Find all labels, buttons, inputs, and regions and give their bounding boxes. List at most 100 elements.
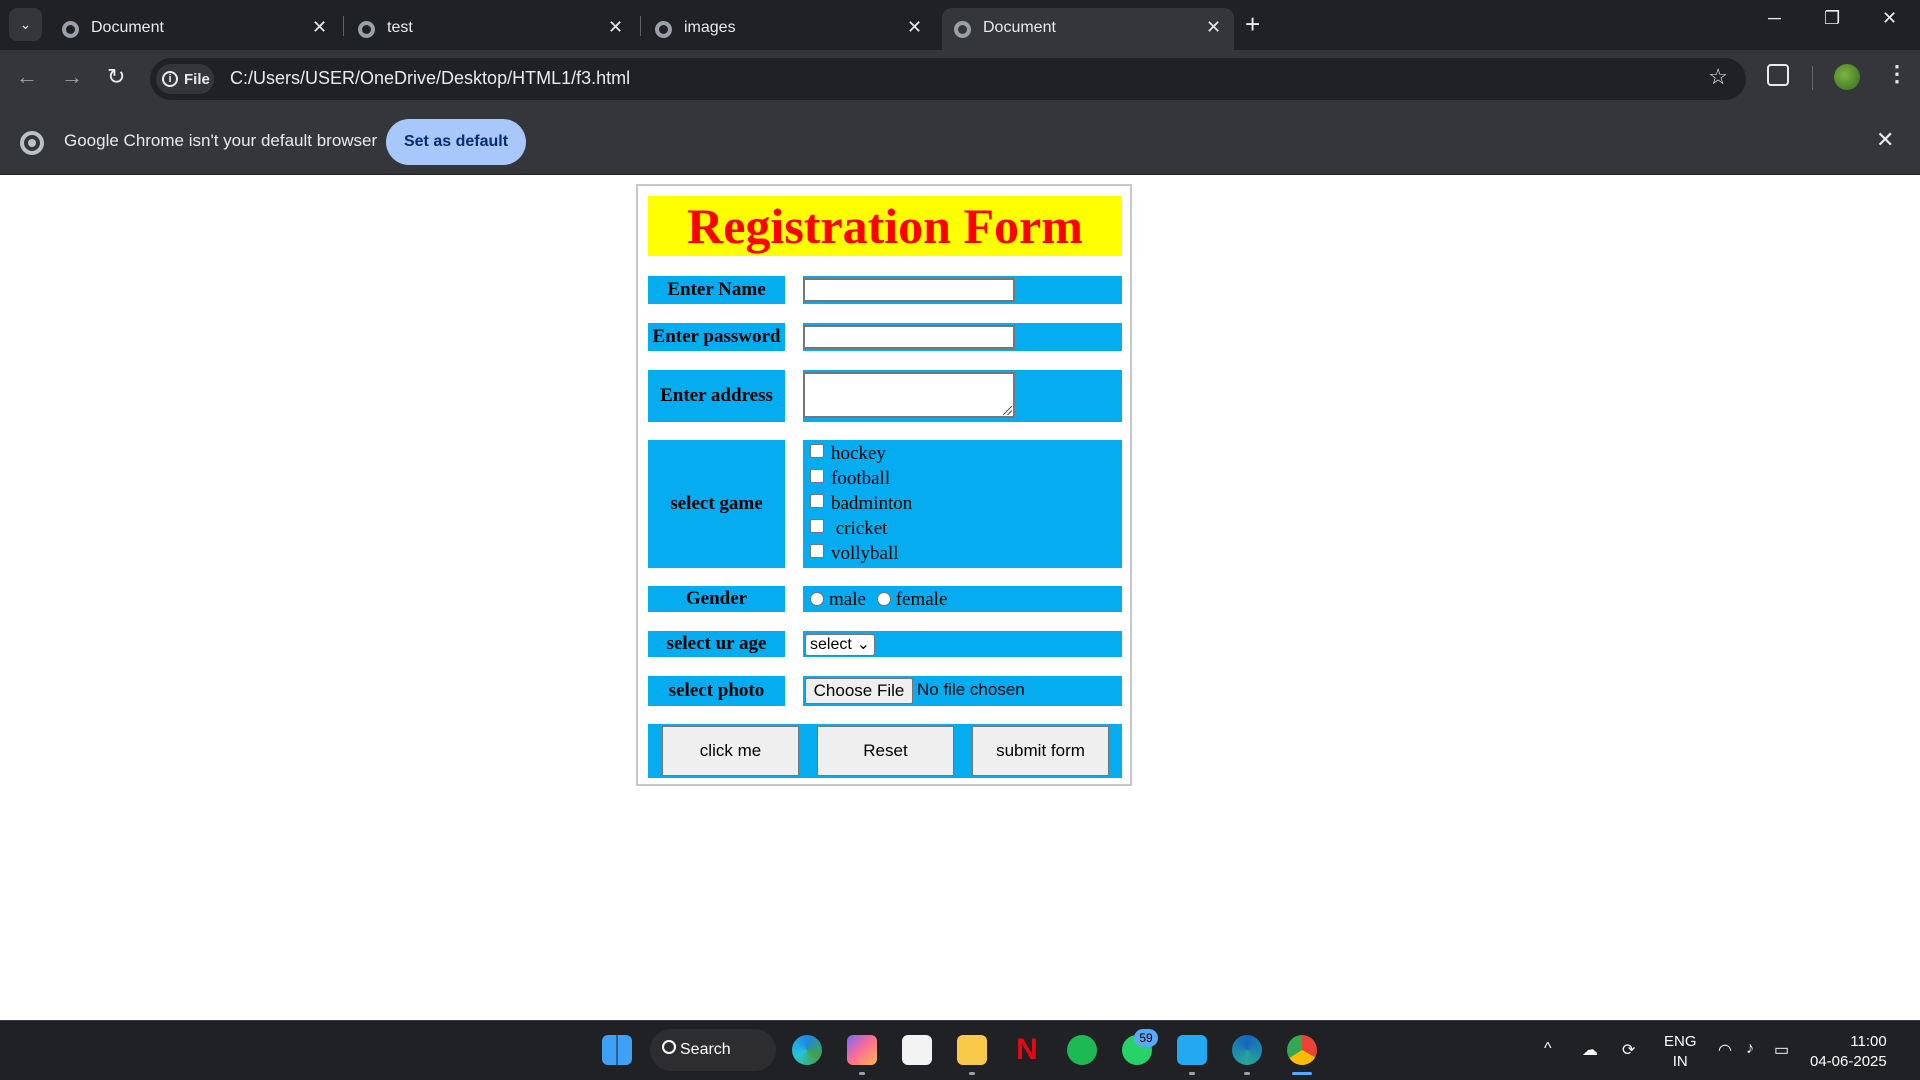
name-cell <box>803 276 1122 304</box>
volume-icon[interactable]: ♪ <box>1746 1040 1754 1058</box>
globe-icon <box>62 21 79 38</box>
registration-form: Registration Form Enter Name Enter passw… <box>636 184 1132 786</box>
game-cell: hockey football badminton cricket vollyb… <box>803 440 1122 568</box>
tab-title: images <box>684 19 736 36</box>
photo-label: select photo <box>648 676 785 706</box>
gender-label: Gender <box>648 586 785 612</box>
minimize-button[interactable]: ─ <box>1768 8 1781 29</box>
chevron-down-icon: ⌄ <box>856 636 870 653</box>
name-label: Enter Name <box>648 276 785 304</box>
bookmark-star-icon[interactable]: ☆ <box>1708 64 1728 90</box>
tab-images[interactable]: images ✕ <box>643 8 933 50</box>
tab-title: Document <box>91 19 164 36</box>
tray-overflow-chevron[interactable]: ^ <box>1544 1040 1552 1058</box>
tab-search-button[interactable]: ⌄ <box>9 8 42 41</box>
photo-cell: Choose File No file chosen <box>803 676 1122 706</box>
language-indicator[interactable]: ENG IN <box>1664 1032 1697 1072</box>
time: 11:00 <box>1850 1033 1887 1050</box>
new-tab-button[interactable]: + <box>1245 9 1260 39</box>
site-info-chip[interactable]: i File <box>156 64 214 94</box>
file-explorer-icon[interactable] <box>957 1035 987 1065</box>
age-label: select ur age <box>648 631 785 657</box>
gender-radio-male[interactable] <box>810 592 824 606</box>
address-bar[interactable]: i File C:/Users/USER/OneDrive/Desktop/HT… <box>150 58 1746 100</box>
click-me-button[interactable]: click me <box>662 726 799 776</box>
set-as-default-button[interactable]: Set as default <box>386 119 526 165</box>
default-browser-infobar: Google Chrome isn't your default browser… <box>0 107 1920 175</box>
gender-female-label: female <box>895 589 948 610</box>
info-icon: i <box>162 71 178 87</box>
date: 04-06-2025 <box>1810 1053 1887 1070</box>
password-input[interactable] <box>803 325 1015 349</box>
name-input[interactable] <box>803 278 1015 302</box>
tab-title: Document <box>983 19 1056 36</box>
edge-dev-icon[interactable] <box>1232 1035 1262 1065</box>
wifi-icon[interactable]: ◠ <box>1718 1040 1732 1060</box>
tab-close-icon[interactable]: ✕ <box>312 17 327 38</box>
chrome-icon[interactable] <box>1287 1035 1317 1065</box>
tab-title: test <box>387 19 413 36</box>
tab-close-icon[interactable]: ✕ <box>1206 17 1221 38</box>
windows-start-icon[interactable] <box>602 1035 632 1065</box>
game-option-badminton[interactable]: badminton <box>810 492 912 516</box>
gender-radio-female[interactable] <box>876 592 891 606</box>
spotify-icon[interactable] <box>1067 1035 1097 1065</box>
file-status: No file chosen <box>917 680 1025 699</box>
infobar-close-icon[interactable]: ✕ <box>1876 127 1894 153</box>
edge-icon[interactable] <box>792 1035 822 1065</box>
gender-cell: male female <box>803 586 1122 612</box>
form-title: Registration Form <box>648 196 1122 256</box>
game-option-football[interactable]: football <box>810 467 890 491</box>
forward-button[interactable]: → <box>61 64 83 90</box>
game-label: select game <box>648 440 785 568</box>
password-label: Enter password <box>648 323 785 351</box>
globe-icon <box>358 21 375 38</box>
sync-icon[interactable]: ⟳ <box>1622 1040 1635 1060</box>
extensions-icon[interactable] <box>1767 64 1789 86</box>
age-select[interactable]: select ⌄ <box>805 634 875 656</box>
age-cell: select ⌄ <box>803 631 1122 657</box>
profile-avatar[interactable] <box>1834 64 1860 90</box>
chrome-menu-icon[interactable]: ⋮ <box>1886 61 1908 87</box>
choose-file-button[interactable]: Choose File <box>805 678 913 704</box>
globe-icon <box>655 21 672 38</box>
checkbox[interactable] <box>810 444 824 458</box>
whatsapp-badge: 59 <box>1134 1029 1158 1047</box>
globe-icon <box>954 21 971 38</box>
checkbox[interactable] <box>810 469 824 483</box>
chrome-logo-icon <box>20 131 44 155</box>
site-chip-label: File <box>184 70 210 88</box>
tab-close-icon[interactable]: ✕ <box>608 17 623 38</box>
submit-form-button[interactable]: submit form <box>972 726 1109 776</box>
game-option-cricket[interactable]: cricket <box>810 517 887 541</box>
tab-document-active[interactable]: Document ✕ <box>942 8 1234 50</box>
checkbox[interactable] <box>810 494 824 508</box>
close-window-button[interactable]: ✕ <box>1882 8 1897 29</box>
onedrive-icon[interactable]: ☁ <box>1582 1040 1598 1060</box>
copilot-icon[interactable] <box>847 1035 877 1065</box>
netflix-icon[interactable]: N <box>1012 1035 1042 1065</box>
url-text[interactable]: C:/Users/USER/OneDrive/Desktop/HTML1/f3.… <box>230 68 630 89</box>
address-textarea[interactable] <box>803 372 1015 418</box>
reset-button[interactable]: Reset <box>817 726 954 776</box>
clock[interactable]: 11:00 04-06-2025 <box>1810 1032 1887 1072</box>
vscode-icon[interactable] <box>1177 1035 1207 1065</box>
reload-button[interactable]: ↻ <box>107 64 125 90</box>
game-option-hockey[interactable]: hockey <box>810 442 886 466</box>
checkbox[interactable] <box>810 519 824 533</box>
browser-toolbar: ← → ↻ i File C:/Users/USER/OneDrive/Desk… <box>0 50 1920 107</box>
back-button[interactable]: ← <box>16 64 38 90</box>
resize-grip-icon[interactable] <box>1003 406 1012 415</box>
game-option-vollyball[interactable]: vollyball <box>810 542 899 566</box>
tab-close-icon[interactable]: ✕ <box>907 17 922 38</box>
checkbox[interactable] <box>810 544 824 558</box>
taskbar-search[interactable]: Search <box>650 1029 776 1071</box>
search-icon <box>662 1040 676 1054</box>
battery-icon[interactable]: ▭ <box>1774 1040 1789 1060</box>
tab-document-1[interactable]: Document ✕ <box>50 8 340 50</box>
tab-test[interactable]: test ✕ <box>346 8 636 50</box>
store-icon[interactable] <box>902 1035 932 1065</box>
address-cell <box>803 370 1122 422</box>
tab-strip: ⌄ Document ✕ test ✕ images ✕ Document ✕ … <box>0 0 1920 50</box>
restore-button[interactable]: ❐ <box>1824 8 1840 29</box>
